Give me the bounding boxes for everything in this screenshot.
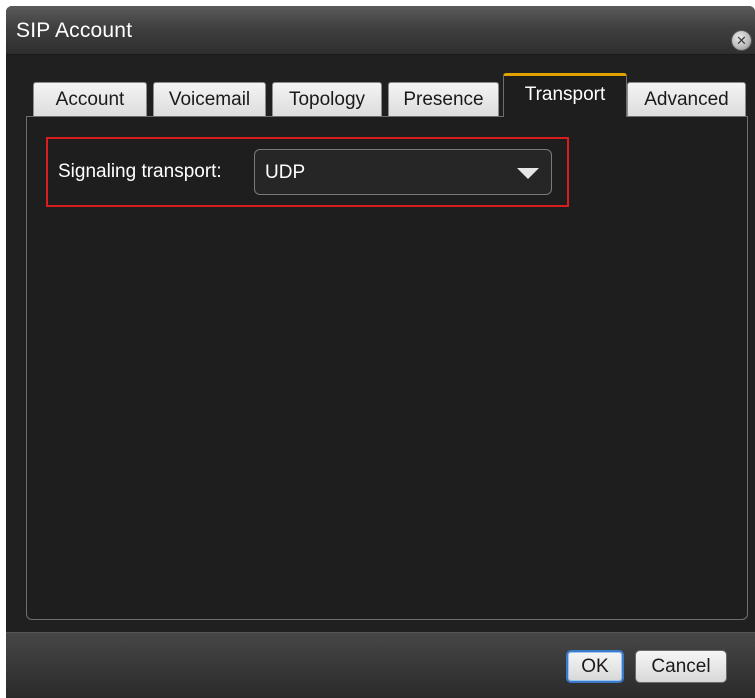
tab-advanced[interactable]: Advanced — [627, 82, 746, 117]
tab-transport[interactable]: Transport — [503, 73, 627, 117]
title-bar: SIP Account ✕ — [6, 6, 755, 55]
tab-voicemail[interactable]: Voicemail — [153, 82, 266, 117]
close-icon[interactable]: ✕ — [732, 31, 751, 50]
highlight-box: Signaling transport: UDP — [46, 137, 569, 207]
tab-account[interactable]: Account — [33, 82, 147, 117]
cancel-button[interactable]: Cancel — [635, 650, 727, 683]
tab-presence[interactable]: Presence — [388, 82, 499, 117]
tab-topology[interactable]: Topology — [272, 82, 382, 117]
chevron-down-icon — [517, 168, 539, 179]
sip-account-dialog: SIP Account ✕ Account Voicemail Topology… — [6, 6, 755, 698]
dialog-footer: OK Cancel — [6, 632, 755, 698]
signaling-transport-value: UDP — [265, 162, 306, 183]
signaling-transport-label: Signaling transport: — [58, 161, 222, 182]
tab-strip: Account Voicemail Topology Presence Tran… — [26, 73, 748, 117]
transport-panel: Signaling transport: UDP — [26, 116, 748, 620]
ok-button[interactable]: OK — [566, 650, 624, 683]
signaling-transport-dropdown[interactable]: UDP — [254, 149, 552, 195]
window-title: SIP Account — [16, 19, 133, 42]
